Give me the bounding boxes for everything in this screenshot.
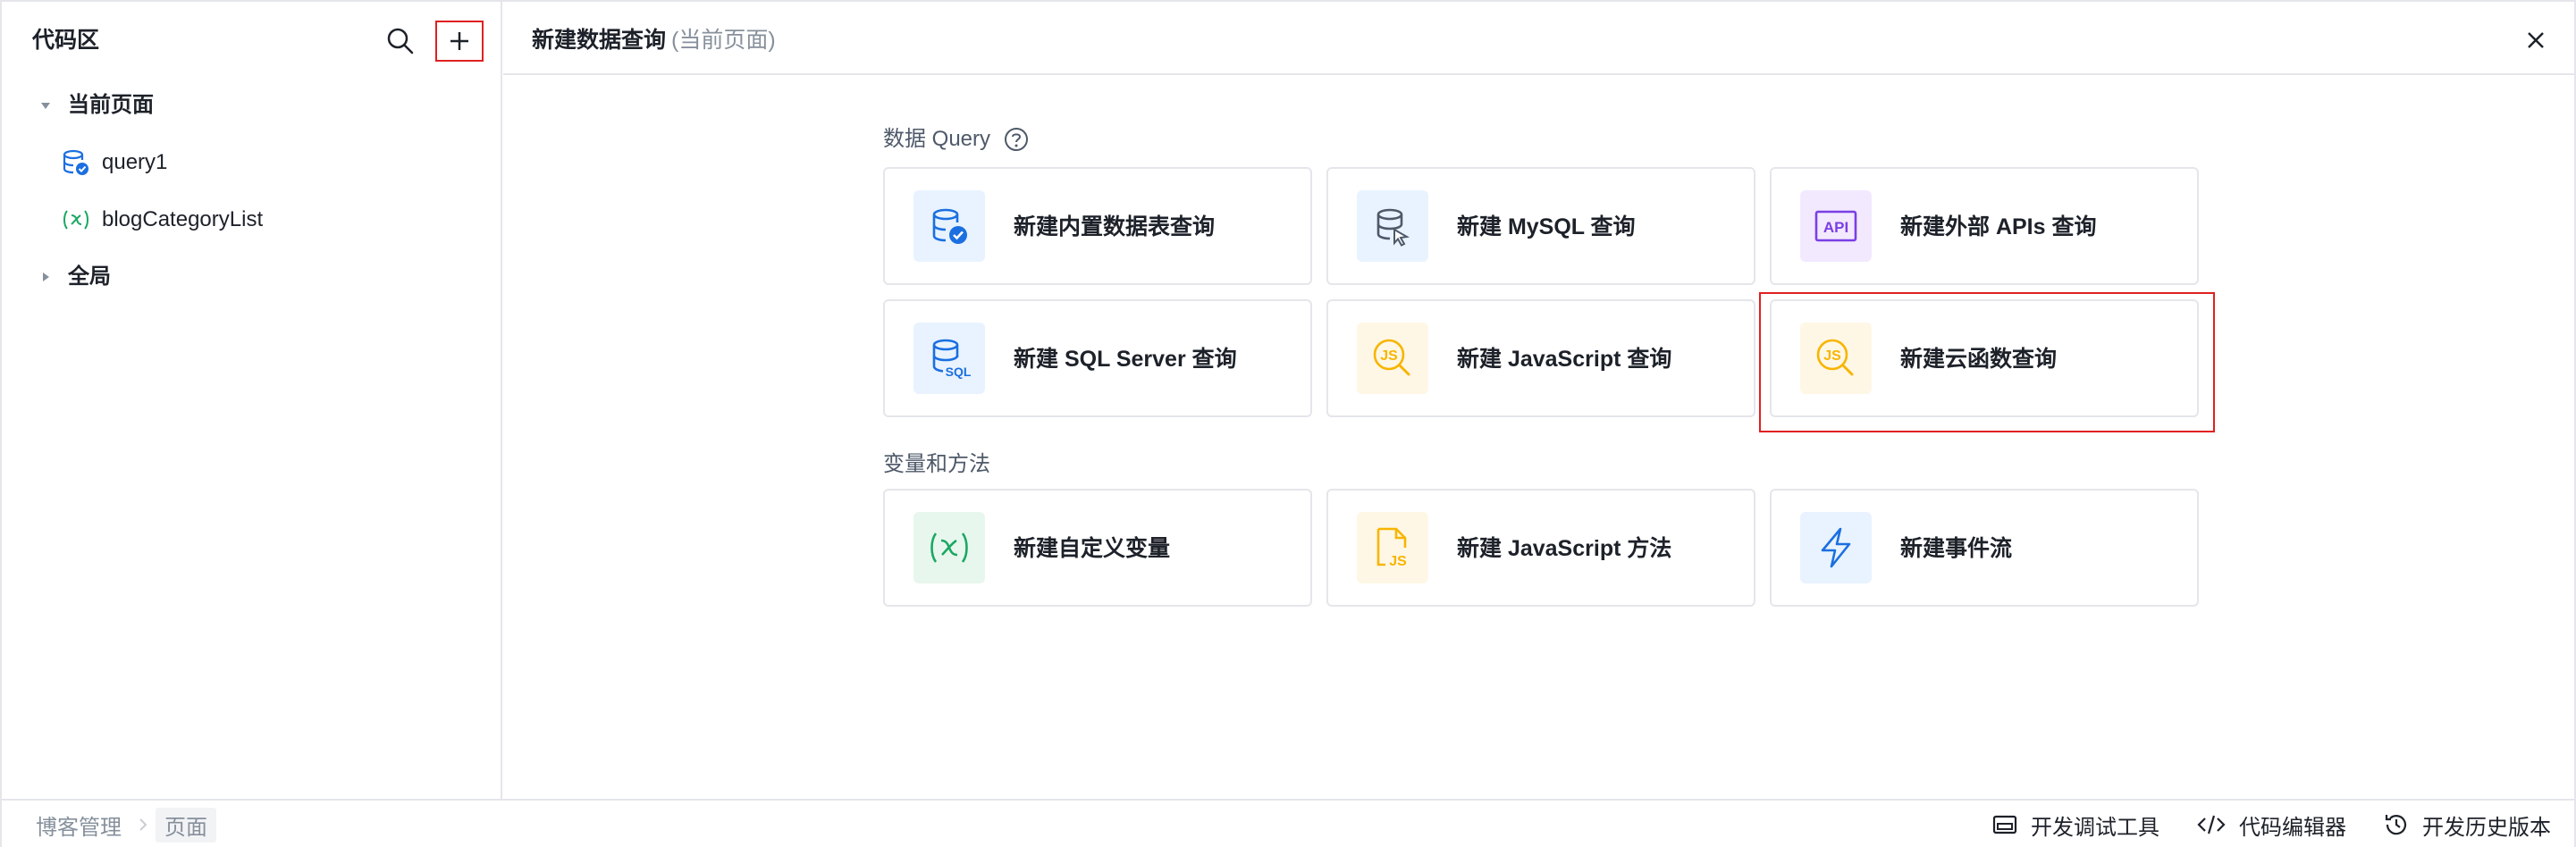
tree-node-label: 当前页面 (68, 93, 154, 117)
code-sidebar: 代码区 当前页面 query1 blogCategoryList 全局 (2, 2, 502, 799)
status-bar: 博客管理 页面 开发调试工具 代码编辑器 开发历史版本 (2, 799, 2574, 847)
chevron-right-icon (136, 818, 150, 832)
card-new-sql-server-query[interactable]: SQL 新建 SQL Server 查询 (883, 299, 1312, 417)
builtin-database-icon (913, 190, 985, 262)
card-label: 新建自定义变量 (1014, 536, 1171, 561)
card-label: 新建 JavaScript 方法 (1457, 536, 1672, 561)
section-title-variables: 变量和方法 (883, 450, 990, 479)
card-new-mysql-query[interactable]: 新建 MySQL 查询 (1326, 167, 1755, 285)
cloud-function-query-icon: JS (1800, 323, 1872, 394)
svg-text:JS: JS (1380, 348, 1398, 364)
tree-node-global[interactable]: 全局 (39, 255, 111, 299)
card-label: 新建外部 APIs 查询 (1900, 214, 2097, 239)
debug-panel-icon (1992, 815, 2017, 834)
section-title-query: 数据 Query (883, 125, 1030, 154)
plus-icon (450, 32, 468, 50)
breadcrumb-item-blog[interactable]: 博客管理 (27, 808, 130, 843)
tree-item-query1[interactable]: query1 (61, 140, 167, 185)
panel-subtitle: (当前页面) (671, 28, 776, 53)
debug-tools-label: 开发调试工具 (2031, 815, 2159, 840)
tree-item-label: blogCategoryList (102, 207, 264, 231)
caret-right-icon (39, 271, 52, 283)
caret-down-icon (39, 99, 52, 112)
section-title-text: 变量和方法 (883, 452, 990, 476)
svg-text:JS: JS (1389, 554, 1407, 569)
search-icon[interactable] (384, 25, 417, 57)
panel-title-text: 新建数据查询 (532, 28, 667, 53)
database-query-icon (61, 147, 91, 178)
svg-text:API: API (1823, 219, 1848, 236)
javascript-query-icon: JS (1357, 323, 1428, 394)
section-title-text: 数据 Query (883, 127, 991, 151)
javascript-file-icon: JS (1357, 512, 1428, 583)
breadcrumb-item-page[interactable]: 页面 (156, 807, 216, 843)
card-new-cloud-function-query[interactable]: JS 新建云函数查询 (1770, 299, 2199, 417)
card-label: 新建 MySQL 查询 (1457, 214, 1636, 239)
code-icon (2197, 815, 2226, 834)
card-label: 新建云函数查询 (1900, 347, 2058, 372)
history-versions-label: 开发历史版本 (2422, 815, 2551, 840)
history-versions-button[interactable]: 开发历史版本 (2383, 808, 2551, 842)
breadcrumb: 博客管理 页面 (27, 807, 216, 843)
sidebar-title: 代码区 (32, 28, 100, 53)
help-icon[interactable] (1003, 126, 1030, 153)
tree-node-label: 全局 (68, 264, 111, 289)
card-new-javascript-method[interactable]: JS 新建 JavaScript 方法 (1326, 489, 1755, 607)
close-button[interactable] (2519, 23, 2553, 57)
card-label: 新建事件流 (1900, 536, 2013, 561)
code-editor-label: 代码编辑器 (2239, 815, 2346, 840)
api-icon: API (1800, 190, 1872, 262)
variable-icon (61, 205, 91, 235)
debug-tools-button[interactable]: 开发调试工具 (1991, 808, 2159, 842)
tree-item-blogcategorylist[interactable]: blogCategoryList (61, 197, 263, 242)
card-label: 新建 SQL Server 查询 (1014, 347, 1237, 372)
lightning-icon (1800, 512, 1872, 583)
add-button[interactable] (435, 21, 484, 62)
close-icon (2528, 32, 2544, 48)
card-new-custom-variable[interactable]: 新建自定义变量 (883, 489, 1312, 607)
tree-item-label: query1 (102, 150, 168, 174)
tree-node-current-page[interactable]: 当前页面 (39, 83, 154, 128)
card-new-event-flow[interactable]: 新建事件流 (1770, 489, 2199, 607)
app-window: 代码区 当前页面 query1 blogCategoryList 全局 新建数据… (0, 0, 2576, 847)
card-new-builtin-table-query[interactable]: 新建内置数据表查询 (883, 167, 1312, 285)
panel-header: 新建数据查询 (当前页面) (503, 2, 2574, 75)
svg-text:JS: JS (1823, 348, 1841, 364)
card-label: 新建 JavaScript 查询 (1457, 347, 1672, 372)
custom-variable-icon (913, 512, 985, 583)
panel-title: 新建数据查询 (当前页面) (532, 25, 776, 55)
card-new-javascript-query[interactable]: JS 新建 JavaScript 查询 (1326, 299, 1755, 417)
history-icon (2385, 815, 2407, 835)
mysql-database-icon (1357, 190, 1428, 262)
svg-text:SQL: SQL (946, 365, 972, 379)
code-editor-button[interactable]: 代码编辑器 (2196, 808, 2346, 842)
sidebar-header: 代码区 (2, 2, 501, 79)
sql-server-icon: SQL (913, 323, 985, 394)
card-new-external-apis-query[interactable]: API 新建外部 APIs 查询 (1770, 167, 2199, 285)
new-query-panel: 新建数据查询 (当前页面) 数据 Query 新建内置数据表查询 新建 MySQ… (503, 2, 2574, 799)
card-label: 新建内置数据表查询 (1014, 214, 1216, 239)
